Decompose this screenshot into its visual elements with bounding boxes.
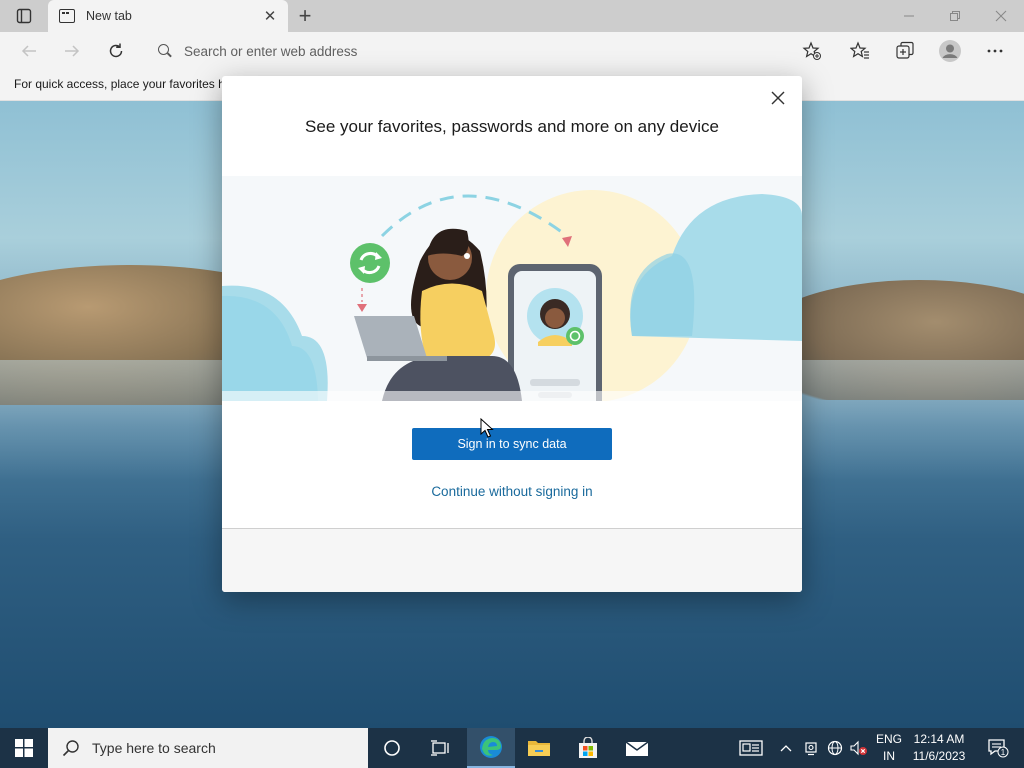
browser-titlebar: New tab ✕ + <box>0 0 1024 32</box>
sign-in-to-sync-button[interactable]: Sign in to sync data <box>412 428 612 460</box>
restore-icon <box>950 11 960 21</box>
taskbar-search-box[interactable]: Type here to search <box>48 728 368 768</box>
minimize-icon <box>904 15 914 17</box>
back-button[interactable] <box>14 37 44 65</box>
tab-close-icon[interactable]: ✕ <box>258 4 282 28</box>
profile-button[interactable] <box>934 37 966 65</box>
sync-signin-dialog: See your favorites, passwords and more o… <box>222 76 802 592</box>
tab-actions-icon <box>16 8 32 24</box>
notification-count: 1 <box>1001 748 1006 757</box>
news-icon <box>739 740 763 756</box>
windows-taskbar: Type here to search ENG IN 12:14 AM 11/6… <box>0 728 1024 768</box>
notification-icon: 1 <box>988 739 1009 758</box>
language-region: IN <box>883 749 895 763</box>
mail-envelope-icon <box>625 741 649 756</box>
browser-toolbar <box>0 32 1024 70</box>
continue-without-signing-in-link[interactable]: Continue without signing in <box>222 484 802 499</box>
back-arrow-icon <box>21 45 36 57</box>
microsoft-store-button[interactable] <box>564 728 612 768</box>
restore-button[interactable] <box>932 0 978 32</box>
close-icon <box>771 91 785 105</box>
clock-date: 11/6/2023 <box>912 749 966 763</box>
favorites-icon <box>850 41 869 59</box>
refresh-icon <box>109 43 123 58</box>
windows-logo-icon <box>15 739 33 757</box>
favorites-button[interactable] <box>845 37 875 65</box>
forward-arrow-icon <box>65 45 80 57</box>
taskbar-search-placeholder: Type here to search <box>92 740 216 756</box>
file-explorer-button[interactable] <box>515 728 563 768</box>
globe-network-icon <box>827 740 843 756</box>
store-bag-icon <box>579 737 597 758</box>
input-language-button[interactable]: ENG IN <box>872 731 906 765</box>
tab-title: New tab <box>86 9 132 23</box>
add-favorite-button[interactable] <box>797 37 827 65</box>
edge-browser-icon <box>480 736 502 758</box>
cortana-button[interactable] <box>368 728 416 768</box>
start-button[interactable] <box>0 728 48 768</box>
tab-actions-button[interactable] <box>0 0 48 32</box>
address-bar[interactable] <box>146 36 834 66</box>
folder-icon <box>528 741 550 756</box>
tab-new-tab[interactable]: New tab ✕ <box>48 0 288 32</box>
search-icon <box>158 44 172 58</box>
volume-button[interactable] <box>848 728 870 768</box>
language-code: ENG <box>875 732 902 746</box>
favorites-bar-message: For quick access, place your favorites h <box>14 77 225 91</box>
forward-button[interactable] <box>57 37 87 65</box>
task-view-icon <box>431 740 449 756</box>
close-icon <box>995 10 1007 22</box>
avatar-icon <box>939 40 961 62</box>
minimize-button[interactable] <box>886 0 932 32</box>
mouse-cursor-icon <box>480 418 494 438</box>
star-add-icon <box>802 41 821 60</box>
address-input[interactable] <box>182 42 746 60</box>
clock-button[interactable]: 12:14 AM 11/6/2023 <box>905 731 973 765</box>
settings-more-button[interactable] <box>980 37 1010 65</box>
mail-button[interactable] <box>613 728 661 768</box>
task-view-button[interactable] <box>416 728 464 768</box>
action-center-button[interactable]: 1 <box>978 728 1018 768</box>
new-tab-page-icon <box>59 9 75 23</box>
camera-device-icon <box>805 742 817 756</box>
collections-icon <box>896 41 914 59</box>
more-dots-icon <box>987 49 1003 53</box>
chevron-up-icon <box>780 745 792 752</box>
refresh-button[interactable] <box>101 37 131 65</box>
dialog-title: See your favorites, passwords and more o… <box>305 117 719 136</box>
collections-button[interactable] <box>890 37 920 65</box>
clock-time: 12:14 AM <box>913 732 965 746</box>
device-tray-button[interactable] <box>800 728 822 768</box>
dialog-close-button[interactable] <box>766 86 790 110</box>
new-tab-button[interactable]: + <box>292 3 318 28</box>
sync-illustration <box>222 176 802 401</box>
show-hidden-icons-button[interactable] <box>776 728 796 768</box>
dialog-footer <box>222 528 802 592</box>
cortana-circle-icon <box>384 740 400 756</box>
taskbar-edge-button[interactable] <box>467 728 515 768</box>
network-button[interactable] <box>824 728 846 768</box>
volume-muted-icon <box>850 740 867 756</box>
close-window-button[interactable] <box>978 0 1024 32</box>
news-widget-button[interactable] <box>734 728 768 768</box>
search-icon <box>62 740 79 757</box>
